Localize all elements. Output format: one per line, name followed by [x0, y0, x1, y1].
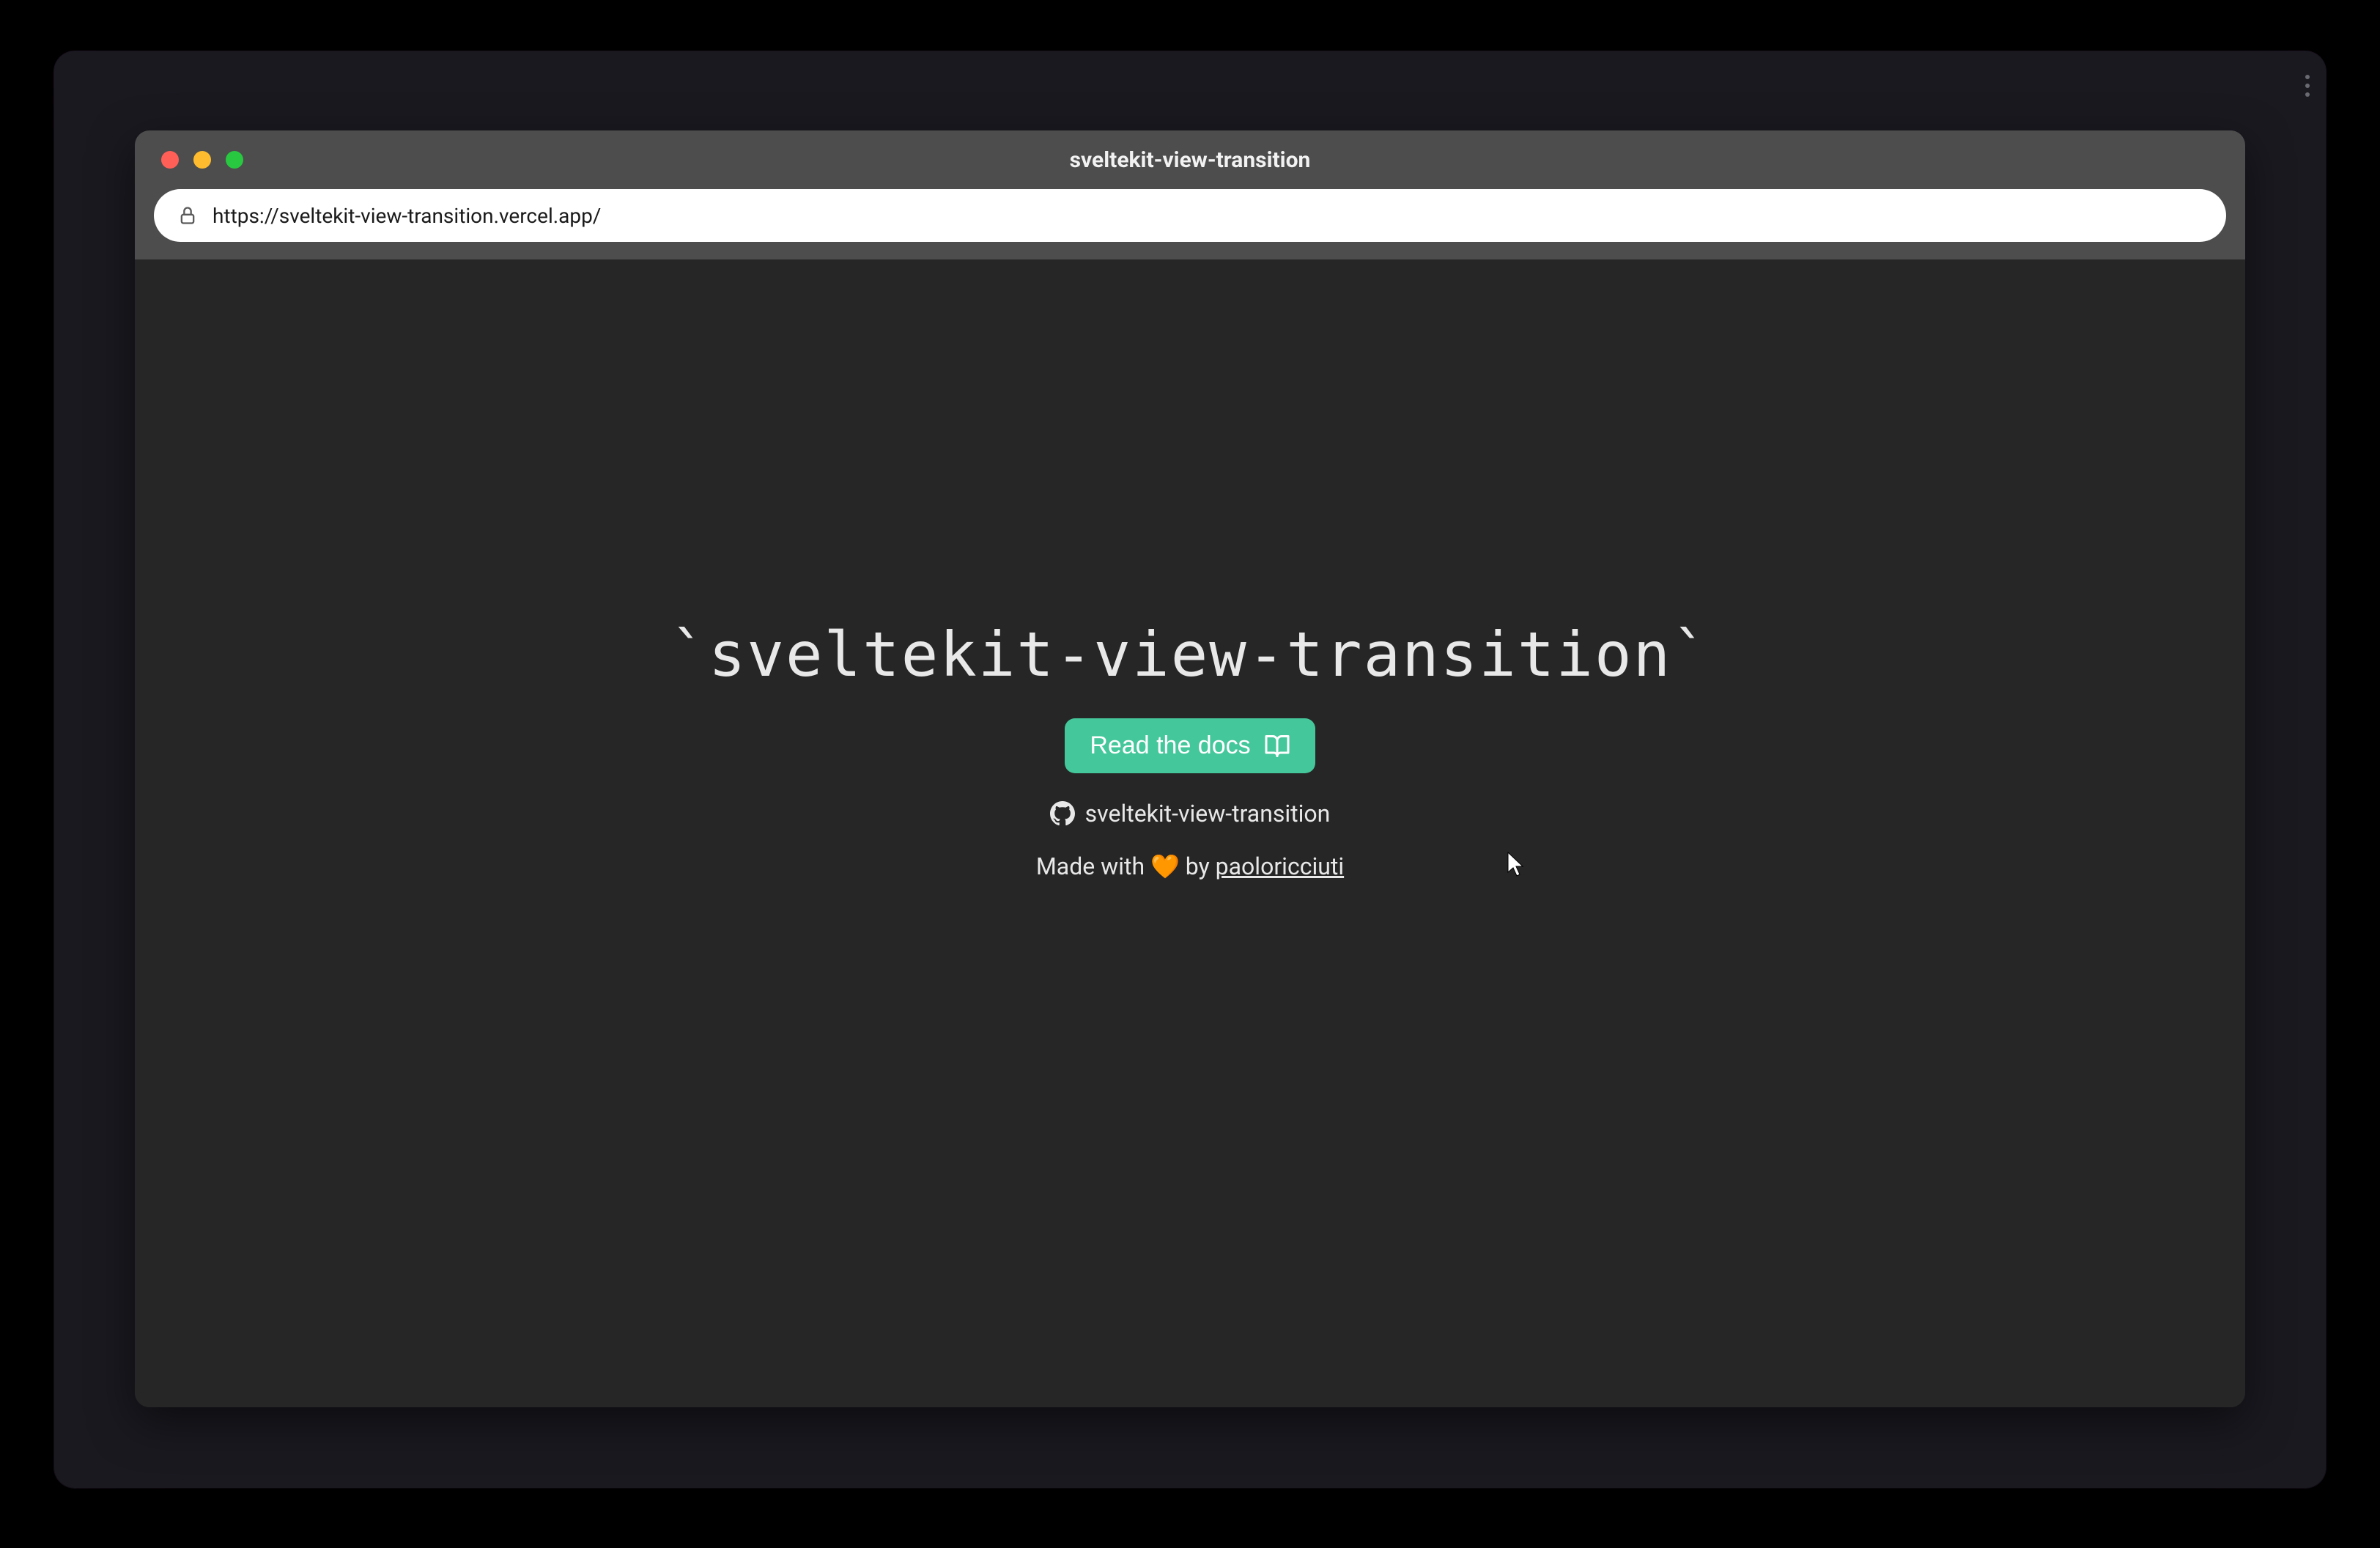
made-with-prefix: Made with — [1036, 852, 1150, 880]
addressbar-row: https://sveltekit-view-transition.vercel… — [135, 189, 2245, 259]
lock-icon — [177, 205, 198, 226]
page-title: `sveltekit-view-transition` — [670, 619, 1710, 690]
mouse-cursor-icon — [1507, 852, 1525, 878]
author-link[interactable]: paoloricciuti — [1216, 852, 1344, 880]
window-menu-dots-icon[interactable] — [2305, 75, 2310, 97]
minimize-window-button[interactable] — [193, 151, 211, 169]
url-text: https://sveltekit-view-transition.vercel… — [212, 204, 601, 228]
browser-titlebar: sveltekit-view-transition — [135, 130, 2245, 189]
close-window-button[interactable] — [161, 151, 179, 169]
outer-window-frame: sveltekit-view-transition https://svelte… — [54, 51, 2326, 1488]
github-repo-label: sveltekit-view-transition — [1085, 800, 1331, 828]
traffic-lights — [161, 151, 243, 169]
book-icon — [1264, 733, 1290, 759]
github-repo-link[interactable]: sveltekit-view-transition — [1050, 800, 1331, 828]
made-with-line: Made with 🧡 by paoloricciuti — [1036, 852, 1344, 880]
heart-icon: 🧡 — [1150, 852, 1180, 880]
read-docs-button[interactable]: Read the docs — [1065, 718, 1315, 773]
made-with-by: by — [1180, 852, 1216, 880]
addressbar[interactable]: https://sveltekit-view-transition.vercel… — [154, 189, 2226, 242]
read-docs-button-label: Read the docs — [1090, 731, 1250, 760]
page-content: `sveltekit-view-transition` Read the doc… — [135, 259, 2245, 1407]
github-icon — [1050, 801, 1075, 826]
window-title: sveltekit-view-transition — [135, 147, 2245, 173]
browser-window: sveltekit-view-transition https://svelte… — [135, 130, 2245, 1407]
maximize-window-button[interactable] — [226, 151, 243, 169]
